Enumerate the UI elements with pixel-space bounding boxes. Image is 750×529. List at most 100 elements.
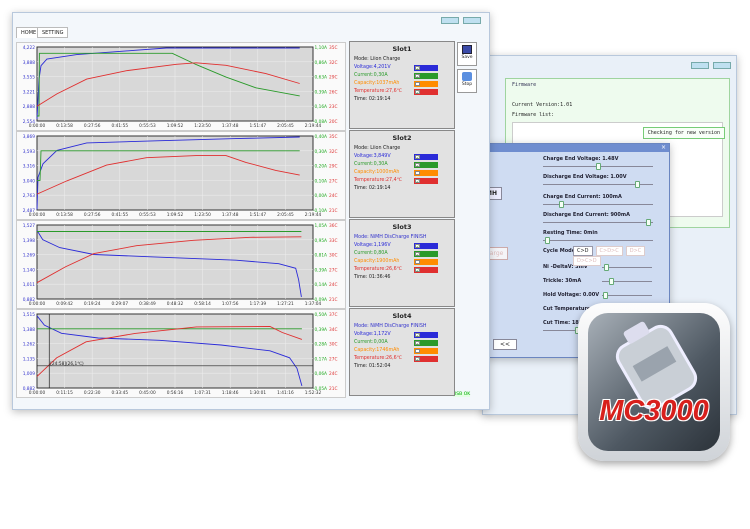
cycle-mode-option[interactable]: C>D	[573, 246, 593, 256]
current-series-toggle[interactable]: ✓	[414, 162, 438, 168]
capacity-series-toggle[interactable]	[414, 81, 438, 87]
minimize-button[interactable]	[691, 62, 709, 69]
slider-handle[interactable]	[558, 201, 564, 208]
cursor-label: [24:58](26,1℃)	[50, 361, 84, 367]
slider-handle[interactable]	[608, 278, 614, 285]
close-button[interactable]	[713, 62, 731, 69]
slot-time: Time: 02:19:14	[354, 186, 391, 191]
slider-handle[interactable]	[595, 163, 601, 170]
voltage-series-toggle[interactable]: ✓	[414, 243, 438, 249]
checkbox[interactable]: ✓	[415, 163, 420, 168]
chart-slot3[interactable]: 0:00:00 0:09:42 0:19:24 0:29:07 0:38:49 0:48:…	[16, 220, 346, 309]
current-series-toggle[interactable]: ✓	[414, 73, 438, 79]
voltage-series-toggle[interactable]: ✓	[414, 154, 438, 160]
close-icon[interactable]: ×	[661, 144, 666, 151]
x-tick-label: 0:19:24	[84, 301, 101, 307]
temperature-series-toggle[interactable]: ✓	[414, 356, 438, 362]
discharge-end-voltage-label: Discharge End Voltage: 1.00V	[543, 174, 627, 180]
current-tick-label: 0,28A	[314, 342, 327, 348]
chart-slot4[interactable]: 0:00:00 0:11:15 0:22:30 0:33:45 0:45:00 0:56:…	[16, 309, 346, 398]
y-tick-label: 3,888	[23, 60, 36, 66]
checkbox[interactable]	[415, 260, 420, 264]
slot-title: Slot4	[392, 312, 412, 320]
x-tick-label: 1:41:16	[277, 390, 294, 396]
current-tick-label: 0,63A	[314, 75, 327, 81]
voltage-series-toggle[interactable]: ✓	[414, 65, 438, 71]
checkbox[interactable]: ✓	[415, 357, 420, 362]
temperature-series-toggle[interactable]: ✓	[414, 267, 438, 273]
cycle-mode-option[interactable]: D>C>D	[573, 256, 601, 266]
temp-tick-label: 32C	[329, 149, 337, 155]
checkbox[interactable]: ✓	[415, 333, 420, 338]
current-tick-label: 1,10A	[314, 45, 327, 51]
discharge-end-current-slider[interactable]	[543, 219, 653, 226]
x-tick-label: 1:09:52	[167, 123, 184, 129]
checkbox[interactable]: ✓	[415, 90, 420, 95]
checkbox[interactable]: ✓	[415, 179, 420, 184]
cycle-mode-option[interactable]: D>C	[625, 246, 646, 256]
temperature-series-toggle[interactable]: ✓	[414, 89, 438, 95]
current-tick-label: 0,50A	[314, 312, 327, 318]
slot-time: Time: 02:19:14	[354, 97, 391, 102]
slot-mode: Mode: NiMH DisCharge FINISH	[354, 235, 427, 240]
current-series-toggle[interactable]: ✓	[414, 340, 438, 346]
x-tick-label: 1:23:50	[194, 212, 211, 218]
stop-button[interactable]: Stop	[457, 69, 477, 93]
checkbox[interactable]: ✓	[415, 66, 420, 71]
save-button[interactable]: Save	[457, 42, 477, 66]
trickle-slider[interactable]	[602, 278, 652, 285]
current-series-toggle[interactable]: ✓	[414, 251, 438, 257]
check-version-button[interactable]: Checking for new version	[642, 127, 725, 139]
x-tick-label: 0:58:14	[194, 301, 211, 307]
ni-delta-slider[interactable]	[602, 264, 652, 271]
charge-end-voltage-slider[interactable]	[543, 163, 653, 170]
temp-tick-label: 20C	[329, 119, 337, 125]
y-tick-label: 0,882	[23, 297, 36, 303]
back-button[interactable]: <<	[493, 339, 518, 350]
hold-voltage-slider[interactable]	[602, 292, 652, 299]
resting-time-slider[interactable]	[543, 237, 653, 244]
x-tick-label: 0:13:58	[56, 123, 73, 129]
checkbox[interactable]	[415, 82, 420, 86]
temp-tick-label: 29C	[329, 164, 337, 170]
cycle-mode-option[interactable]: C>D>C	[595, 246, 623, 256]
checkbox[interactable]: ✓	[415, 155, 420, 160]
capacity-series-toggle[interactable]	[414, 259, 438, 265]
current-tick-label: 0,14A	[314, 282, 327, 288]
slot-title: Slot1	[392, 45, 412, 53]
slot-capacity: Capacity:1000mAh	[354, 170, 400, 175]
y-tick-label: 1,269	[23, 253, 36, 259]
checkbox[interactable]: ✓	[415, 244, 420, 249]
y-tick-label: 1,515	[23, 312, 36, 318]
x-tick-label: 2:05:45	[277, 212, 294, 218]
temp-tick-label: 24C	[329, 371, 337, 377]
charge-end-current-slider[interactable]	[543, 201, 653, 208]
trickle-label: Trickle: 30mA	[543, 278, 582, 284]
checkbox[interactable]	[415, 349, 420, 353]
tab-setting[interactable]: SETTING	[37, 27, 69, 38]
checkbox[interactable]: ✓	[415, 268, 420, 273]
checkbox[interactable]: ✓	[415, 74, 420, 79]
checkbox[interactable]: ✓	[415, 252, 420, 257]
y-tick-label: 3,316	[23, 164, 36, 170]
checkbox[interactable]: ✓	[415, 341, 420, 346]
slot-capacity: Capacity:1037mAh	[354, 81, 400, 86]
current-tick-label: 0,95A	[314, 238, 327, 244]
x-tick-label: 0:13:58	[56, 212, 73, 218]
slider-handle[interactable]	[645, 219, 651, 226]
discharge-end-voltage-slider[interactable]	[543, 181, 653, 188]
capacity-series-toggle[interactable]	[414, 348, 438, 354]
x-tick-label: 1:30:01	[250, 390, 267, 396]
slider-handle[interactable]	[545, 237, 551, 244]
current-tick-label: -0,05A	[313, 386, 327, 392]
temperature-series-toggle[interactable]: ✓	[414, 178, 438, 184]
checkbox[interactable]	[415, 171, 420, 175]
capacity-series-toggle[interactable]	[414, 170, 438, 176]
chart-slot2[interactable]: 0:00:00 0:13:58 0:27:56 0:41:55 0:55:53 1:09:…	[16, 131, 346, 220]
minimize-button[interactable]	[441, 17, 459, 24]
close-button[interactable]	[463, 17, 481, 24]
voltage-series-toggle[interactable]: ✓	[414, 332, 438, 338]
slider-handle[interactable]	[635, 181, 641, 188]
slider-handle[interactable]	[603, 292, 609, 299]
chart-slot1[interactable]: 0:00:00 0:13:58 0:27:56 0:41:55 0:55:53 1:09:…	[16, 42, 346, 131]
